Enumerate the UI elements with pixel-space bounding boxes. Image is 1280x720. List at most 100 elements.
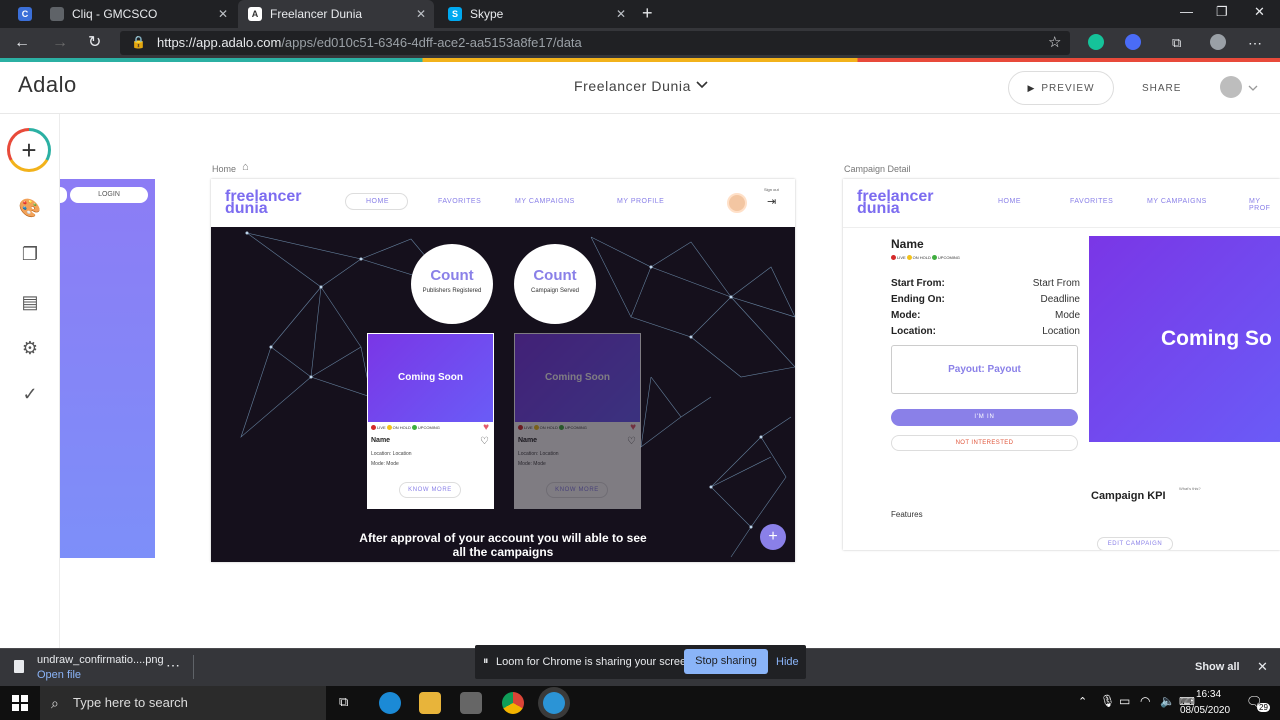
heart-filled-icon[interactable]: ♥ [630, 422, 636, 433]
payout-box: Payout: Payout [891, 345, 1078, 394]
tab-title: Cliq - GMCSCO [72, 7, 158, 21]
collections-icon[interactable]: ⧉ [1172, 33, 1181, 53]
login-button[interactable]: LOGIN [70, 187, 148, 203]
clock-date[interactable]: 08/05/2020 [1180, 705, 1230, 716]
campaign-detail-screen[interactable]: freelancer dunia HOME FAVORITES MY CAMPAI… [843, 179, 1280, 550]
publish-check-icon[interactable]: ✓ [18, 382, 42, 406]
fab-add-button[interactable]: + [760, 524, 786, 550]
grammarly-extension-icon[interactable] [1088, 34, 1104, 50]
card-image: Coming Soon [515, 334, 640, 422]
file-explorer-icon[interactable] [419, 692, 441, 714]
add-component-button[interactable]: + [7, 128, 51, 172]
chrome-icon[interactable] [502, 692, 524, 714]
user-avatar-icon[interactable] [1220, 76, 1242, 98]
store-icon[interactable] [460, 692, 482, 714]
clock-time[interactable]: 16:34 [1196, 689, 1221, 700]
tab-skype[interactable]: S Skype ✕ [438, 0, 634, 28]
battery-icon[interactable]: ▭ [1119, 694, 1130, 708]
minimize-icon[interactable]: — [1180, 4, 1193, 19]
heart-outline-icon[interactable]: ♡ [480, 436, 489, 447]
show-all-button[interactable]: Show all [1195, 661, 1240, 673]
download-filename[interactable]: undraw_confirmatio....png [37, 654, 164, 666]
play-icon: ▶ [1027, 82, 1036, 93]
close-shelf-icon[interactable]: ✕ [1257, 659, 1268, 675]
open-file-link[interactable]: Open file [37, 669, 81, 681]
campaign-card[interactable]: Coming Soon LIVE ON HOLD UPCOMING ♥ ♡ Na… [514, 333, 641, 509]
palette-icon[interactable]: 🎨 [18, 196, 42, 220]
edge-icon[interactable] [379, 692, 401, 714]
nav-my-profile[interactable]: MY PROFILE [617, 198, 664, 205]
approval-message: After approval of your account you will … [359, 531, 647, 559]
chevron-down-icon [696, 81, 708, 89]
nav-home[interactable]: HOME [998, 198, 1021, 205]
download-more-icon[interactable]: ⋯ [166, 657, 180, 674]
wifi-icon[interactable]: ◠ [1140, 694, 1150, 708]
address-bar[interactable]: 🔒 https://app.adalo.com/apps/ed010c51-63… [120, 31, 1070, 55]
database-icon[interactable]: ▤ [18, 290, 42, 314]
nav-my-profile[interactable]: MY PROF [1249, 198, 1280, 212]
back-icon[interactable]: ← [14, 33, 30, 53]
share-button[interactable]: SHARE [1142, 83, 1181, 94]
nav-my-campaigns[interactable]: MY CAMPAIGNS [515, 198, 575, 205]
heart-filled-icon[interactable]: ♥ [483, 422, 489, 433]
tab-title: Skype [470, 7, 504, 21]
tab-cliq[interactable]: Cliq - GMCSCO ✕ [40, 0, 236, 28]
preview-button[interactable]: ▶ PREVIEW [1008, 71, 1114, 105]
add-extension-icon[interactable] [1125, 34, 1141, 50]
partial-screen[interactable]: LOGIN [60, 179, 155, 558]
left-toolbar: + 🎨 ❐ ▤ ⚙ ✓ [0, 114, 60, 648]
edge-active-icon[interactable] [543, 692, 565, 714]
more-menu-icon[interactable]: ⋯ [1248, 33, 1262, 53]
new-tab-icon[interactable]: + [642, 3, 653, 24]
nav-favorites[interactable]: FAVORITES [438, 198, 481, 205]
plus-icon: + [10, 131, 48, 169]
card-mode: Mode: Mode [371, 461, 399, 467]
close-icon[interactable]: ✕ [616, 7, 626, 21]
nav-home[interactable]: HOME [366, 198, 389, 205]
screen-label-campaign-detail[interactable]: Campaign Detail [844, 164, 911, 174]
bookmark-star-icon[interactable]: ☆ [1048, 33, 1061, 51]
pinned-tab[interactable]: C [8, 0, 42, 28]
not-interested-button[interactable]: NOT INTERESTED [891, 435, 1078, 451]
adalo-logo[interactable]: Adalo [18, 72, 77, 98]
chevron-down-icon[interactable] [1248, 85, 1258, 91]
know-more-button[interactable]: KNOW MORE [546, 482, 608, 498]
edit-campaign-button[interactable]: EDIT CAMPAIGN [1097, 537, 1173, 550]
stop-sharing-button[interactable]: Stop sharing [684, 649, 768, 674]
campaign-card[interactable]: Coming Soon LIVE ON HOLD UPCOMING ♥ ♡ Na… [367, 333, 494, 509]
whats-this-link[interactable]: What's this? [1179, 486, 1201, 491]
reload-icon[interactable]: ↻ [88, 33, 101, 53]
task-view-icon[interactable]: ⧉ [339, 694, 348, 710]
volume-icon[interactable]: 🔈 [1160, 694, 1175, 708]
card-mode: Mode: Mode [518, 461, 546, 467]
close-icon[interactable]: ✕ [416, 7, 426, 21]
url-text[interactable]: https://app.adalo.com/apps/ed010c51-6346… [157, 35, 582, 50]
know-more-button[interactable]: KNOW MORE [399, 482, 461, 498]
maximize-icon[interactable]: ❐ [1216, 4, 1228, 20]
settings-gear-icon[interactable]: ⚙ [18, 336, 42, 360]
windows-start-icon[interactable] [12, 695, 28, 711]
forward-icon[interactable]: → [52, 33, 68, 53]
tray-chevron-icon[interactable]: ⌃ [1078, 695, 1087, 708]
field-value: Deadline [1040, 294, 1080, 305]
nav-favorites[interactable]: FAVORITES [1070, 198, 1113, 205]
windows-taskbar: ⌕ Type here to search ⧉ ⌃ 🎙 ▭ ◠ 🔈 ⌨ 16:3… [0, 686, 1280, 720]
signout-icon[interactable]: ⇥ [767, 195, 776, 208]
screens-icon[interactable]: ❐ [18, 242, 42, 266]
hide-button[interactable]: Hide [776, 656, 799, 668]
screen-label-home[interactable]: Home [212, 164, 236, 174]
nav-my-campaigns[interactable]: MY CAMPAIGNS [1147, 198, 1207, 205]
profile-avatar-icon[interactable] [1210, 34, 1226, 50]
taskbar-search-box[interactable]: ⌕ Type here to search [40, 686, 326, 720]
heart-outline-icon[interactable]: ♡ [627, 436, 636, 447]
freelancer-dunia-logo: freelancer dunia [857, 188, 934, 217]
profile-avatar[interactable] [727, 193, 747, 213]
tab-freelancer-dunia[interactable]: A Freelancer Dunia ✕ [238, 0, 434, 28]
microphone-icon[interactable]: 🎙 [1100, 694, 1115, 708]
field-label: Start From: [891, 278, 945, 289]
home-screen[interactable]: freelancer dunia HOME FAVORITES MY CAMPAI… [211, 179, 795, 562]
close-icon[interactable]: ✕ [218, 7, 228, 21]
im-in-button[interactable]: I'M IN [891, 409, 1078, 426]
window-close-icon[interactable]: ✕ [1254, 4, 1265, 20]
field-label: Mode: [891, 310, 921, 321]
